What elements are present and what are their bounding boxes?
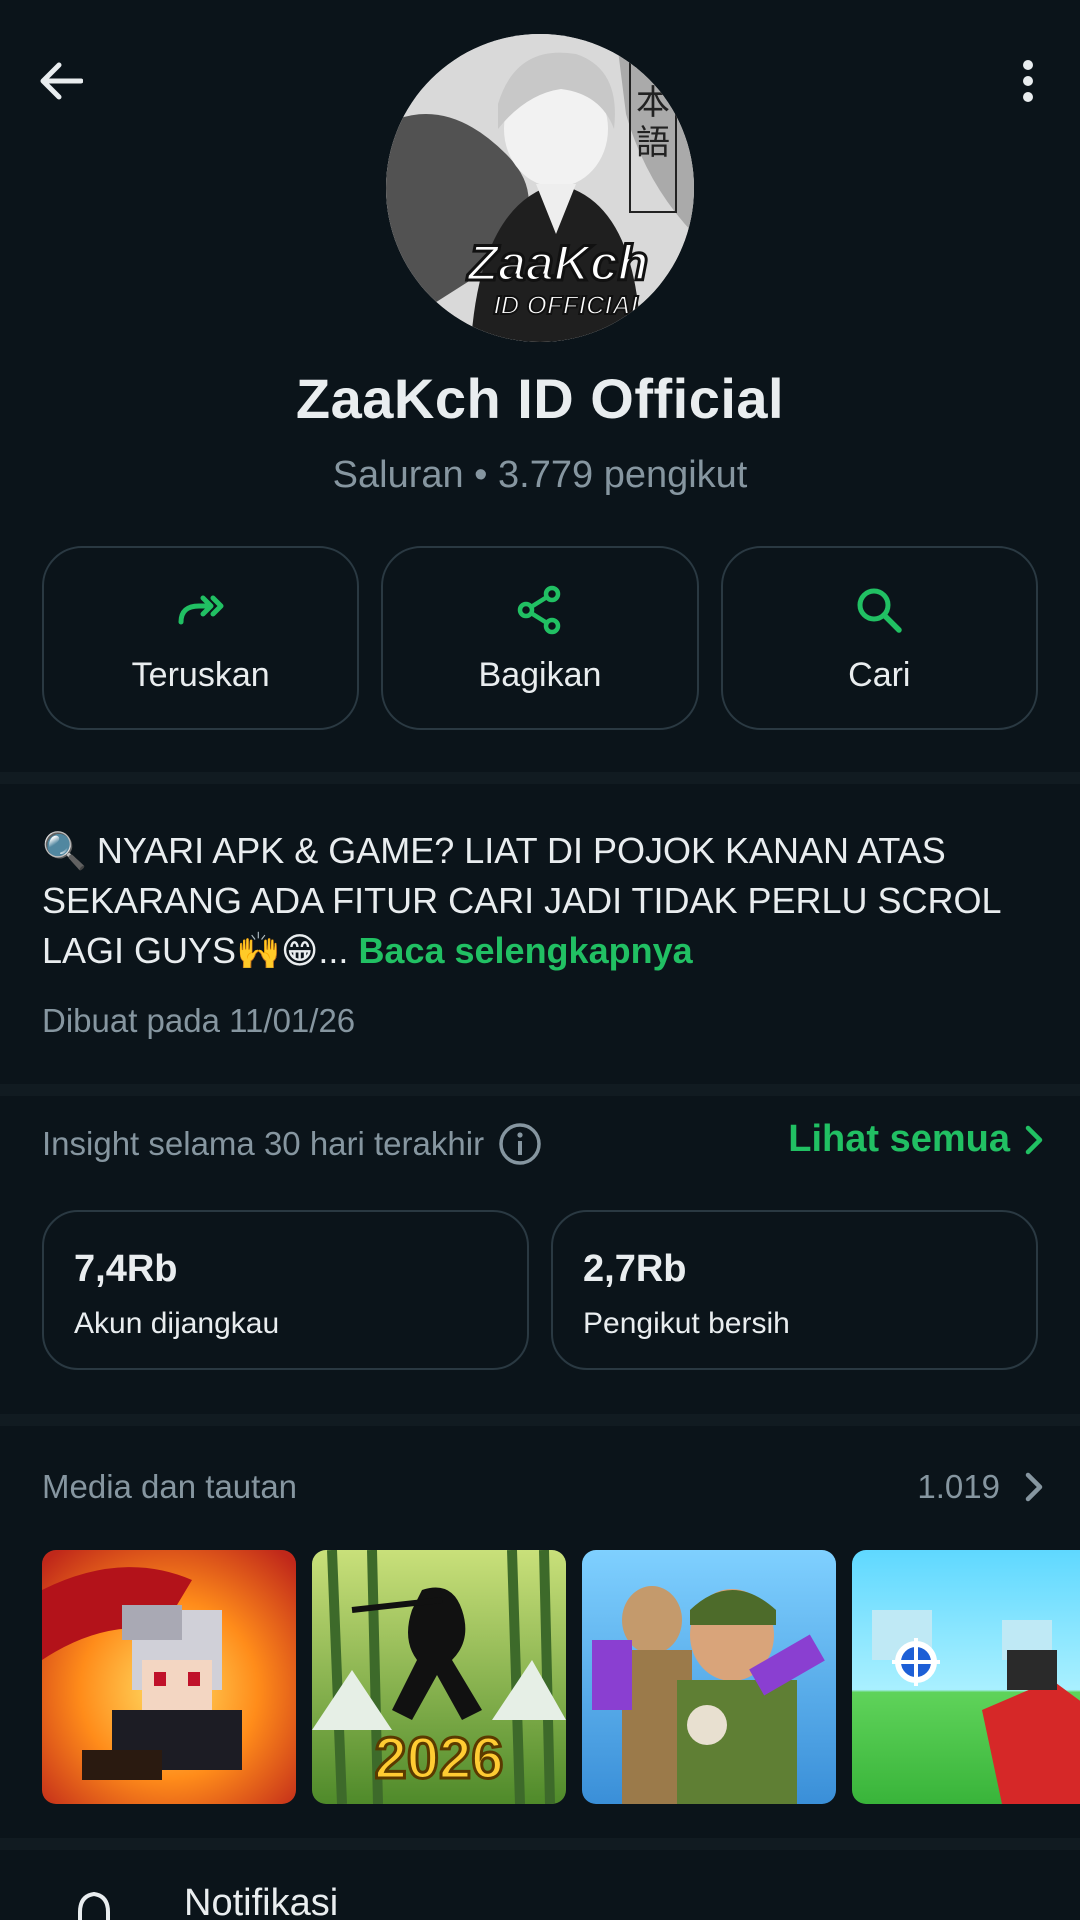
section-divider — [0, 1838, 1080, 1850]
insight-stats: 7,4Rb Akun dijangkau 2,7Rb Pengikut bers… — [42, 1210, 1038, 1370]
media-count: 1.019 — [917, 1468, 1000, 1505]
share-button[interactable]: Bagikan — [381, 546, 699, 730]
media-thumb-soldier-shooter[interactable] — [582, 1550, 836, 1804]
stat-net-followers[interactable]: 2,7Rb Pengikut bersih — [551, 1210, 1038, 1370]
forward-button[interactable]: Teruskan — [42, 546, 360, 730]
stat-value: 7,4Rb — [74, 1248, 178, 1290]
media-thumb-shadow-fight[interactable]: 2026 — [312, 1550, 566, 1804]
thumb-year-text: 2026 — [374, 1726, 503, 1791]
avatar-logo-text: ZaaKch — [466, 235, 649, 291]
info-icon[interactable] — [498, 1122, 542, 1166]
action-row: Teruskan Bagikan Cari — [42, 546, 1038, 730]
stat-label: Pengikut bersih — [583, 1307, 790, 1340]
section-divider — [0, 1414, 1080, 1426]
thumb-image — [42, 1550, 296, 1804]
avatar-logo-subtext: ID OFFICIAL — [493, 290, 646, 320]
thumb-image — [582, 1550, 836, 1804]
notification-label: Notifikasi — [184, 1882, 339, 1920]
channel-description: 🔍 NYARI APK & GAME? LIAT DI POJOK KANAN … — [42, 826, 1042, 976]
search-label: Cari — [848, 655, 911, 694]
more-vertical-icon — [1023, 60, 1033, 102]
search-button[interactable]: Cari — [720, 546, 1038, 730]
svg-text:語: 語 — [636, 123, 670, 163]
share-label: Bagikan — [478, 655, 602, 694]
share-icon — [517, 585, 561, 634]
arrow-left-icon — [40, 62, 83, 100]
media-count-link[interactable]: 1.019 — [917, 1468, 1044, 1506]
stat-value: 2,7Rb — [583, 1248, 687, 1290]
search-icon — [857, 588, 903, 633]
stat-label: Akun dijangkau — [74, 1307, 280, 1340]
chevron-right-icon — [1025, 1125, 1043, 1154]
media-title: Media dan tautan — [42, 1468, 298, 1505]
bell-icon — [78, 1892, 110, 1920]
see-all-label: Lihat semua — [788, 1118, 1010, 1160]
insights-title: Insight selama 30 hari terakhir — [42, 1125, 485, 1162]
section-divider — [0, 1084, 1080, 1096]
channel-name: ZaaKch ID Official — [295, 367, 785, 430]
more-options-button[interactable] — [996, 46, 1060, 116]
avatar-image: 本 語 ZaaKch ID OFFICIAL — [386, 34, 694, 342]
stat-accounts-reached[interactable]: 7,4Rb Akun dijangkau — [42, 1210, 529, 1370]
back-button[interactable] — [26, 46, 96, 116]
forward-label: Teruskan — [131, 655, 270, 694]
chevron-right-icon — [1025, 1472, 1043, 1502]
media-thumb-fps-shooter[interactable] — [852, 1550, 1080, 1804]
read-more-link[interactable]: Baca selengkapnya — [358, 930, 692, 971]
notification-row[interactable]: Notifikasi — [0, 1882, 1080, 1920]
media-thumbnails: 2026 — [42, 1550, 1080, 1806]
forward-icon — [178, 595, 224, 624]
channel-avatar[interactable]: 本 語 ZaaKch ID OFFICIAL — [386, 34, 694, 342]
see-all-insights-link[interactable]: Lihat semua — [788, 1118, 1044, 1161]
media-thumb-pixel-ninja[interactable] — [42, 1550, 296, 1804]
thumb-image — [852, 1550, 1080, 1804]
thumb-image: 2026 — [312, 1550, 566, 1804]
insights-header: Insight selama 30 hari terakhir — [42, 1122, 542, 1166]
section-divider — [0, 772, 1080, 784]
created-date: Dibuat pada 11/01/26 — [42, 1002, 356, 1039]
channel-subtitle: Saluran • 3.779 pengikut — [332, 454, 748, 496]
